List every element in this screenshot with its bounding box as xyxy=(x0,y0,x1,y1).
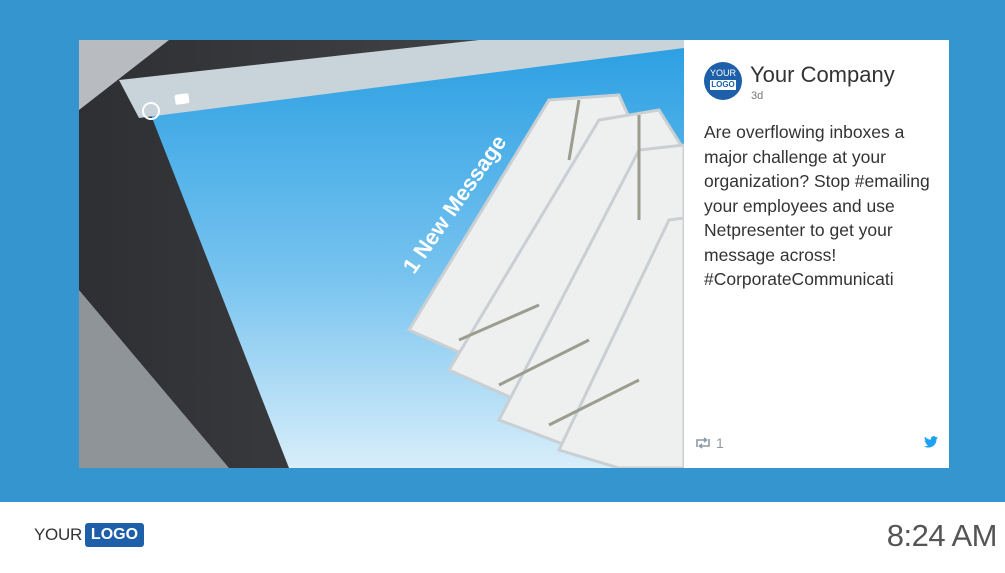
message-icon xyxy=(174,93,190,105)
footer-logo: YOUR LOGO xyxy=(34,523,145,547)
post-panel: YOUR LOGO Your Company 3d Are overflowin… xyxy=(684,40,949,468)
retweet-icon xyxy=(696,437,710,449)
avatar-text-your: YOUR xyxy=(709,68,736,78)
avatar-text-logo: LOGO xyxy=(710,80,736,90)
retweet-count: 1 xyxy=(694,435,724,451)
twitter-icon xyxy=(924,436,938,448)
clock: 8:24 AM xyxy=(886,518,998,553)
post-age: 3d xyxy=(751,90,764,102)
retweet-count-value: 1 xyxy=(716,435,724,451)
footer-logo-badge: LOGO xyxy=(84,523,145,547)
post-author: Your Company xyxy=(750,62,895,87)
social-post-card: 1 New Message YOUR LOGO Your Company 3d … xyxy=(79,40,949,468)
post-image: 1 New Message xyxy=(79,40,684,468)
footer-logo-your: YOUR xyxy=(34,525,82,544)
avatar: YOUR LOGO xyxy=(704,62,742,100)
post-text: Are overflowing inboxes a major challeng… xyxy=(704,122,930,289)
